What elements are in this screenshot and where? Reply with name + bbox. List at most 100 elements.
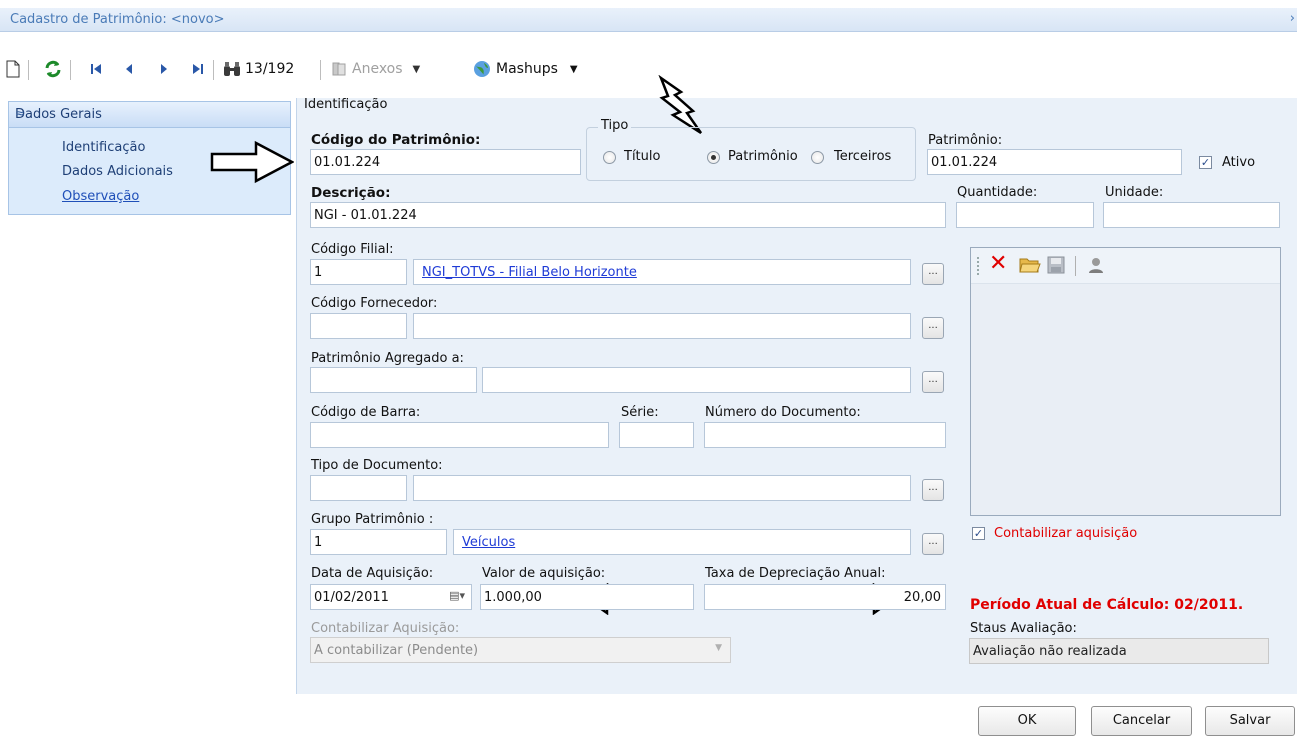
patrimonio-input[interactable]: 01.01.224 [927, 149, 1182, 175]
codigo-barra-label: Código de Barra: [311, 405, 421, 420]
fornecedor-lookup-button[interactable]: ... [922, 317, 944, 339]
annotation-arrow-icon [210, 140, 294, 184]
quantidade-input[interactable] [956, 202, 1094, 228]
radio-titulo[interactable] [603, 151, 616, 164]
record-counter: 13/192 [245, 61, 295, 77]
binoculars-search-icon[interactable] [223, 59, 241, 79]
contabilizar-aquisicao-check-label: Contabilizar aquisição [994, 526, 1138, 541]
tipo-documento-input[interactable] [310, 475, 407, 501]
data-aquisicao-value: 01/02/2011 [314, 590, 389, 605]
attachment-icon [332, 62, 348, 76]
new-document-icon[interactable] [6, 59, 20, 79]
close-window-icon[interactable]: › [1290, 11, 1295, 26]
toolbar-grip-icon [977, 257, 979, 275]
valor-aquisicao-label: Valor de aquisição: [482, 566, 606, 581]
toolbar: 13/192 Anexos ▼ Mashups ▼ [0, 46, 1297, 92]
patrimonio-agregado-lookup-button[interactable]: ... [922, 371, 944, 393]
filial-name-field: NGI_TOTVS - Filial Belo Horizonte [413, 259, 911, 285]
toolbar-separator [28, 60, 29, 80]
radio-terceiros-label: Terceiros [834, 149, 892, 164]
refresh-icon[interactable] [44, 59, 62, 79]
chevron-down-icon: ▼ [715, 643, 722, 653]
delete-x-icon[interactable]: ✕ [989, 252, 1007, 276]
codigo-patrimonio-input[interactable]: 01.01.224 [310, 149, 581, 175]
collapse-chevron-icon[interactable]: ≈ [15, 106, 278, 120]
valor-aquisicao-input[interactable]: 1.000,00 [480, 584, 694, 610]
periodo-atual-text: Período Atual de Cálculo: 02/2011. [970, 597, 1244, 613]
patrimonio-agregado-label: Patrimônio Agregado a: [311, 351, 464, 366]
taxa-depreciacao-input[interactable]: 20,00 [704, 584, 946, 610]
contabilizar-aquisicao-select-value: A contabilizar (Pendente) [314, 643, 479, 658]
ativo-label: Ativo [1222, 155, 1256, 170]
section-label-identificacao: Identificação [304, 97, 388, 112]
cancel-button[interactable]: Cancelar [1091, 706, 1192, 736]
patrimonio-agregado-input[interactable] [310, 367, 477, 393]
globe-mashups-icon [472, 60, 492, 78]
taxa-depreciacao-label: Taxa de Depreciação Anual: [705, 566, 886, 581]
grupo-patrimonio-lookup-button[interactable]: ... [922, 533, 944, 555]
calendar-dropdown-icon[interactable]: ▤▾ [449, 589, 465, 602]
filial-name-link[interactable]: NGI_TOTVS - Filial Belo Horizonte [422, 265, 637, 280]
sidebar-item-observacao[interactable]: Observação [62, 189, 139, 204]
codigo-filial-input[interactable]: 1 [310, 259, 407, 285]
codigo-fornecedor-input[interactable] [310, 313, 407, 339]
contabilizar-aquisicao-select-label: Contabilizar Aquisição: [311, 621, 460, 636]
patrimonio-agregado-name-field [482, 367, 911, 393]
codigo-fornecedor-label: Código Fornecedor: [311, 296, 438, 311]
contabilizar-aquisicao-select[interactable]: A contabilizar (Pendente) ▼ [310, 637, 731, 663]
data-aquisicao-label: Data de Aquisição: [311, 566, 434, 581]
toolbar-separator [213, 60, 214, 80]
ativo-checkbox[interactable]: ✓ [1199, 156, 1212, 169]
toolbar-separator [320, 60, 321, 80]
mashups-label: Mashups [496, 61, 558, 77]
unidade-input[interactable] [1103, 202, 1280, 228]
radio-patrimonio-label: Patrimônio [728, 149, 798, 164]
first-record-icon[interactable] [90, 59, 102, 79]
radio-terceiros[interactable] [811, 151, 824, 164]
chevron-down-icon: ▼ [412, 63, 421, 75]
numero-documento-label: Número do Documento: [705, 405, 861, 420]
codigo-patrimonio-label: Código do Patrimônio: [311, 132, 481, 148]
tipo-label: Tipo [598, 118, 632, 133]
save-button[interactable]: Salvar [1205, 706, 1295, 736]
anexos-button[interactable]: Anexos ▼ [332, 59, 420, 79]
grupo-patrimonio-input[interactable]: 1 [310, 529, 447, 555]
serie-label: Série: [621, 405, 659, 420]
quantidade-label: Quantidade: [957, 185, 1038, 200]
image-panel: ✕ [970, 247, 1281, 516]
save-disk-icon[interactable] [1047, 256, 1065, 278]
sidebar-item-identificacao[interactable]: Identificação [62, 140, 145, 155]
numero-documento-input[interactable] [704, 422, 946, 448]
anexos-label: Anexos [352, 61, 403, 77]
data-aquisicao-input[interactable]: 01/02/2011 ▤▾ [310, 584, 472, 610]
status-avaliacao-field: Avaliação não realizada [969, 638, 1269, 664]
unidade-label: Unidade: [1105, 185, 1164, 200]
codigo-barra-input[interactable] [310, 422, 609, 448]
radio-titulo-label: Título [624, 149, 661, 164]
tipo-documento-name-field [413, 475, 911, 501]
grupo-patrimonio-name-link[interactable]: Veículos [462, 535, 515, 550]
descricao-label: Descrição: [311, 185, 391, 201]
toolbar-separator [70, 60, 71, 80]
radio-patrimonio[interactable] [707, 151, 720, 164]
codigo-filial-label: Código Filial: [311, 242, 394, 257]
descricao-input[interactable]: NGI - 01.01.224 [310, 202, 946, 228]
open-folder-icon[interactable] [1019, 256, 1041, 278]
sidebar-item-dados-adicionais[interactable]: Dados Adicionais [62, 164, 173, 179]
mashups-button[interactable]: Mashups ▼ [472, 59, 578, 79]
tipo-documento-lookup-button[interactable]: ... [922, 479, 944, 501]
fornecedor-name-field [413, 313, 911, 339]
serie-input[interactable] [619, 422, 694, 448]
filial-lookup-button[interactable]: ... [922, 263, 944, 285]
toolbar-separator [1075, 256, 1076, 276]
patrimonio-label: Patrimônio: [928, 133, 1003, 148]
contabilizar-aquisicao-checkbox[interactable]: ✓ [972, 527, 985, 540]
next-record-icon[interactable] [159, 59, 169, 79]
ok-button[interactable]: OK [978, 706, 1076, 736]
last-record-icon[interactable] [192, 59, 204, 79]
user-photo-icon[interactable] [1087, 256, 1105, 278]
window-title: Cadastro de Patrimônio: <novo> [10, 12, 225, 27]
previous-record-icon[interactable] [124, 59, 134, 79]
sidebar-header[interactable]: Dados Gerais ≈ [9, 102, 290, 128]
window-titlebar: Cadastro de Patrimônio: <novo> › [0, 8, 1297, 32]
